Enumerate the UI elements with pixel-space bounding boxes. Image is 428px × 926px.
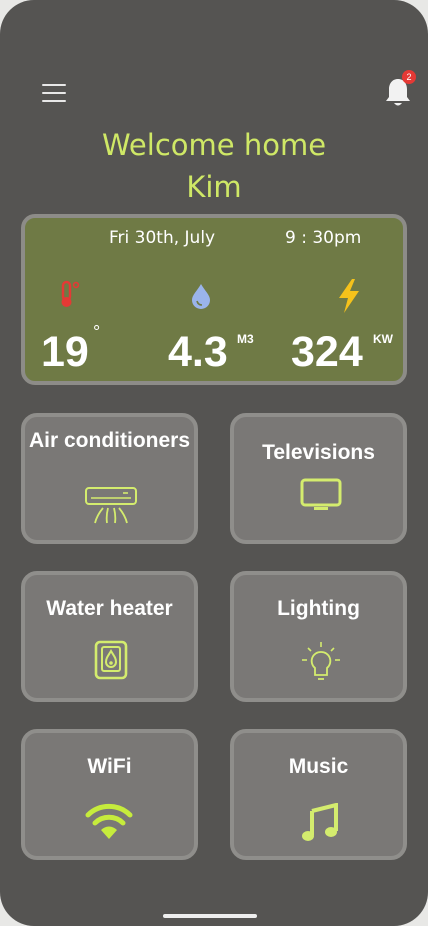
device-card-wifi[interactable]: WiFi [21, 729, 198, 860]
device-card-music[interactable]: Music [230, 729, 407, 860]
lightning-icon [339, 279, 359, 313]
device-card-air-conditioners[interactable]: Air conditioners [21, 413, 198, 544]
television-icon [300, 478, 342, 510]
device-card-televisions[interactable]: Televisions [230, 413, 407, 544]
thermometer-icon [61, 280, 80, 307]
temperature-unit: ° [93, 322, 101, 342]
hamburger-line [42, 100, 66, 102]
power-value: 324 [291, 328, 363, 376]
menu-button[interactable] [42, 84, 66, 104]
water-value: 4.3 [168, 328, 228, 376]
hamburger-menu-icon [42, 84, 66, 86]
device-label: Air conditioners [28, 429, 191, 452]
device-label: Televisions [262, 441, 375, 464]
temperature-value: 19 [41, 328, 89, 376]
device-card-lighting[interactable]: Lighting [230, 571, 407, 702]
app-screen: 2 Welcome home Kim Fri 30th, July 9 : 30… [0, 0, 428, 926]
light-bulb-icon [302, 642, 340, 680]
device-label: WiFi [87, 755, 132, 778]
hamburger-line [42, 92, 66, 94]
wifi-icon [85, 803, 133, 839]
water-heater-icon [94, 640, 128, 680]
device-label: Water heater [46, 597, 173, 620]
welcome-line: Welcome home [101, 128, 327, 162]
water-unit: M3 [237, 332, 254, 346]
air-conditioner-icon [85, 487, 137, 524]
device-card-water-heater[interactable]: Water heater [21, 571, 198, 702]
date-text: Fri 30th, July [109, 228, 216, 248]
device-label: Lighting [277, 597, 360, 620]
water-drop-icon [192, 284, 210, 309]
device-label: Music [288, 755, 349, 778]
user-name: Kim [186, 170, 242, 204]
stats-panel: Fri 30th, July 9 : 30pm 19 ° 4.3 M3 324 … [21, 214, 407, 385]
notification-badge: 2 [402, 70, 416, 84]
music-note-icon [302, 803, 338, 841]
power-unit: KW [373, 332, 393, 346]
home-indicator[interactable] [163, 914, 257, 918]
welcome-heading: Welcome home Kim [0, 124, 428, 208]
time-text: 9 : 30pm [285, 228, 362, 248]
